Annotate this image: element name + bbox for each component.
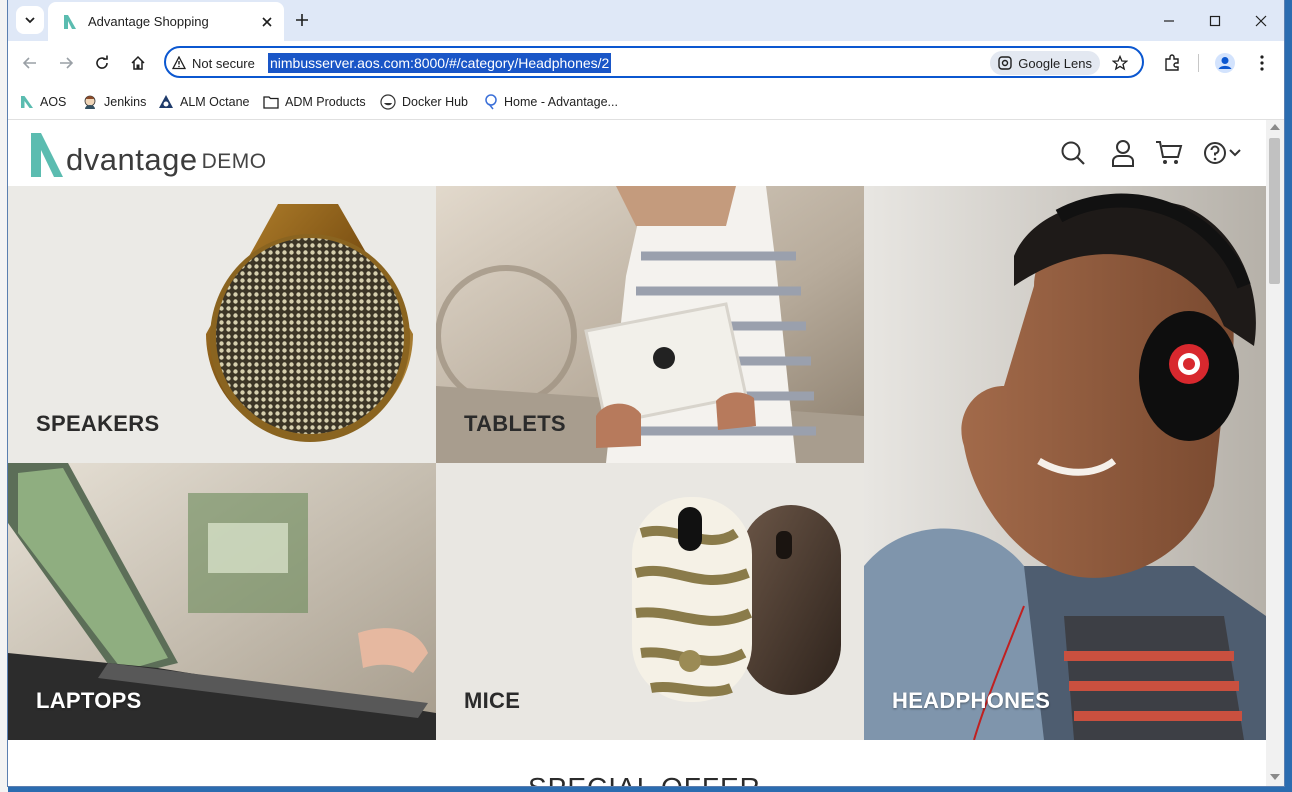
- address-bar[interactable]: Not secure nimbusserver.aos.com:8000/#/c…: [164, 46, 1144, 78]
- bookmark-label: ADM Products: [285, 95, 366, 109]
- special-offer-heading: SPECIAL OFFER: [528, 772, 761, 786]
- aos-favicon-icon: [64, 14, 76, 29]
- back-arrow-icon: [22, 57, 36, 69]
- lens-icon: [998, 56, 1012, 70]
- aos-logo-icon: [21, 96, 33, 108]
- bookmark-star-button[interactable]: [1110, 53, 1130, 73]
- bookmark-jenkins[interactable]: Jenkins: [82, 92, 146, 112]
- octane-icon: [159, 95, 173, 108]
- scroll-thumb[interactable]: [1269, 138, 1280, 284]
- scroll-up-arrow-icon[interactable]: [1270, 124, 1280, 130]
- docker-icon: [380, 94, 396, 110]
- forward-arrow-icon: [60, 57, 74, 69]
- help-icon: [1204, 142, 1226, 164]
- tab-title: Advantage Shopping: [88, 14, 209, 29]
- bookmark-label: Home - Advantage...: [504, 95, 618, 109]
- menu-button[interactable]: [1250, 51, 1274, 75]
- tab-advantage-shopping[interactable]: Advantage Shopping: [48, 2, 284, 41]
- toolbar-divider: [1198, 54, 1199, 72]
- category-label-mice: MICE: [464, 688, 521, 713]
- scroll-down-arrow-icon[interactable]: [1270, 774, 1280, 780]
- home-icon: [131, 55, 145, 70]
- reload-icon: [96, 55, 108, 69]
- bookmark-home-advantage[interactable]: Home - Advantage...: [484, 92, 618, 112]
- bookmark-label: Jenkins: [104, 95, 147, 109]
- bookmark-alm-octane[interactable]: ALM Octane: [158, 92, 249, 112]
- site-search-button[interactable]: [1058, 138, 1088, 168]
- page-content: dvantage DEMO SPEAKERS TABLETS HEADPHONE…: [8, 120, 1266, 786]
- category-label-speakers: SPEAKERS: [36, 411, 160, 436]
- bookmark-docker-hub[interactable]: Docker Hub: [380, 92, 468, 112]
- bookmark-label: Docker Hub: [402, 95, 468, 109]
- category-tile-speakers[interactable]: SPEAKERS: [8, 186, 436, 463]
- extensions-button[interactable]: [1160, 51, 1184, 75]
- category-label-laptops: LAPTOPS: [36, 688, 142, 713]
- new-tab-button[interactable]: [290, 8, 314, 32]
- star-icon: [1112, 55, 1128, 71]
- folder-icon: [263, 96, 279, 109]
- warning-triangle-icon: [172, 56, 186, 70]
- bookmark-label: ALM Octane: [180, 95, 250, 109]
- kebab-menu-icon: [1260, 55, 1264, 71]
- bookmarks-bar: AOS Jenkins ALM Octane ADM Products Dock…: [8, 85, 1284, 120]
- category-tile-mice[interactable]: MICE: [436, 463, 864, 740]
- back-button[interactable]: [18, 51, 42, 75]
- maximize-button[interactable]: [1192, 8, 1238, 34]
- bookmark-label: AOS: [40, 95, 67, 109]
- maximize-icon: [1209, 15, 1221, 27]
- forward-button[interactable]: [54, 51, 78, 75]
- minimize-button[interactable]: [1146, 8, 1192, 34]
- shopping-cart-button[interactable]: [1154, 138, 1184, 168]
- headphones-image: [864, 186, 1266, 740]
- bookmark-aos[interactable]: AOS: [20, 92, 66, 112]
- chevron-down-icon: [25, 17, 35, 24]
- category-tile-tablets[interactable]: TABLETS: [436, 186, 864, 463]
- close-window-button[interactable]: [1238, 8, 1284, 34]
- cart-icon: [1156, 141, 1183, 164]
- plus-icon: [296, 14, 308, 26]
- reload-button[interactable]: [90, 51, 114, 75]
- site-header: dvantage DEMO: [8, 120, 1266, 186]
- minimize-icon: [1164, 20, 1174, 22]
- security-indicator[interactable]: Not secure: [172, 53, 255, 73]
- jenkins-icon: [84, 95, 96, 109]
- tab-bar: Advantage Shopping: [8, 0, 1284, 41]
- category-label-headphones: HEADPHONES: [892, 688, 1051, 713]
- profile-avatar-icon: [1215, 53, 1235, 73]
- advantage-a-logo-icon: [31, 133, 63, 177]
- page-scrollbar[interactable]: [1266, 120, 1284, 786]
- google-lens-button[interactable]: Google Lens: [990, 51, 1100, 75]
- tab-close-button[interactable]: [258, 13, 276, 31]
- logo-demo-text: DEMO: [201, 150, 267, 173]
- security-label: Not secure: [192, 55, 255, 71]
- close-icon: [262, 16, 272, 27]
- url-text[interactable]: nimbusserver.aos.com:8000/#/category/Hea…: [268, 53, 612, 73]
- close-icon: [1255, 15, 1267, 27]
- user-account-button[interactable]: [1108, 138, 1138, 168]
- home-button[interactable]: [126, 51, 150, 75]
- bookmark-adm-products[interactable]: ADM Products: [263, 92, 366, 112]
- browser-window: Advantage Shopping Not secure nimbusserv…: [8, 0, 1284, 786]
- category-tile-laptops[interactable]: LAPTOPS: [8, 463, 436, 740]
- category-label-tablets: TABLETS: [464, 411, 566, 436]
- logo-wordmark: dvantage: [66, 142, 198, 177]
- home-advantage-icon: [485, 94, 497, 110]
- user-icon: [1112, 140, 1134, 167]
- profile-button[interactable]: [1213, 51, 1237, 75]
- desktop-edge: [0, 0, 8, 792]
- tab-search-button[interactable]: [16, 6, 44, 34]
- chevron-down-icon: [1229, 149, 1241, 157]
- puzzle-icon: [1165, 54, 1179, 71]
- search-icon: [1061, 141, 1085, 165]
- google-lens-label: Google Lens: [1018, 55, 1092, 71]
- help-menu-button[interactable]: [1200, 138, 1244, 168]
- category-tile-headphones[interactable]: HEADPHONES: [864, 186, 1266, 740]
- advantage-logo[interactable]: dvantage DEMO: [30, 130, 267, 178]
- browser-toolbar: Not secure nimbusserver.aos.com:8000/#/c…: [8, 41, 1284, 85]
